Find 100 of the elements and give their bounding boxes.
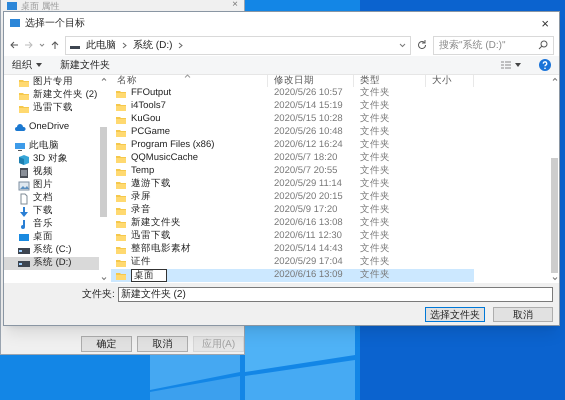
breadcrumb-item[interactable]: 此电脑 [86,38,116,52]
file-row[interactable]: 证件 2020/5/29 17:04 文件夹 [111,256,474,269]
file-name[interactable]: 遨游下载 [131,177,171,192]
date-cell-text: 2020/5/14 15:19 [273,99,344,114]
date-cell-text: 2020/6/12 16:24 [273,138,344,152]
picture-icon [18,180,30,192]
file-name[interactable]: 录屏 [131,190,151,205]
scroll-up-icon[interactable] [552,77,558,81]
file-row[interactable]: 遨游下载 2020/5/29 11:14 文件夹 [111,178,474,191]
file-row[interactable]: FFOutput 2020/5/26 10:57 文件夹 [111,87,474,100]
file-name[interactable]: i4Tools7 [131,99,166,114]
breadcrumb-item[interactable]: 系统 (D:) [133,38,172,52]
file-row[interactable]: QQMusicCache 2020/5/7 18:20 文件夹 [111,152,474,165]
column-header[interactable]: 名称 [111,75,268,87]
scroll-up-icon[interactable] [100,77,106,81]
dropdown-chevron-icon[interactable] [399,42,406,48]
nav-item[interactable]: 音乐 [4,218,99,231]
file-row[interactable]: Program Files (x86) 2020/6/12 16:24 文件夹 [111,139,474,152]
rename-field[interactable]: 桌面 [131,269,167,282]
file-row[interactable]: 桌面 2020/6/16 13:09 文件夹 [111,269,474,282]
nav-item[interactable]: 下载 [4,205,99,218]
file-name[interactable]: Program Files (x86) [131,138,214,153]
nav-item[interactable]: 3D 对象 [4,153,99,166]
type-cell-text: 文件夹 [359,112,391,126]
date-cell-text: 2020/5/20 20:15 [273,190,344,204]
type-cell-text: 文件夹 [359,138,391,152]
file-name[interactable]: Temp [131,164,154,179]
column-header[interactable]: 修改日期 [268,75,354,87]
nav-item[interactable]: 图片专用 [4,76,99,89]
dialog-button[interactable]: 取消 [137,336,188,352]
file-name[interactable]: 迅雷下载 [131,229,171,244]
nav-item[interactable]: 文档 [4,192,99,205]
date-cell-text: 2020/6/11 12:30 [273,229,343,244]
nav-item[interactable]: 迅雷下载 [4,102,99,115]
scrollbar-thumb[interactable] [551,158,558,273]
file-name[interactable]: PCGame [131,125,170,140]
date-cell-text: 2020/5/9 17:20 [273,203,338,218]
date-cell-text: 2020/5/29 11:14 [273,177,343,192]
close-button[interactable]: × [232,0,238,10]
file-name[interactable]: 录音 [131,203,151,218]
nav-item[interactable]: 视频 [4,166,99,179]
help-icon[interactable] [539,59,551,71]
dropdown-chevron-icon[interactable] [39,42,45,48]
scroll-down-icon[interactable] [100,277,106,281]
search-input[interactable]: 搜索"系统 (D:)" [439,38,538,52]
file-name[interactable]: KuGou [131,112,161,127]
close-button[interactable]: × [537,16,553,30]
up-arrow-icon[interactable] [50,40,60,50]
date-cell-text: 2020/5/26 10:57 [273,86,344,100]
nav-item[interactable]: 图片 [4,179,99,192]
file-row[interactable]: 新建文件夹 2020/6/16 13:08 文件夹 [111,217,474,230]
type-cell-text: 文件夹 [359,203,391,217]
refresh-icon[interactable] [416,39,428,51]
dialog-button[interactable]: 确定 [81,336,132,352]
nav-item[interactable]: 系统 (D:) [4,257,99,270]
file-row[interactable]: KuGou 2020/5/15 10:28 文件夹 [111,113,474,126]
file-name[interactable]: 证件 [131,255,151,270]
nav-item[interactable]: 新建文件夹 (2) [4,89,99,102]
type-cell-text: 文件夹 [359,99,391,113]
new-folder-button[interactable]: 新建文件夹 [60,58,110,72]
column-header[interactable]: 大小 [426,75,474,87]
date-cell-text: 2020/5/7 18:20 [273,151,338,166]
file-name[interactable]: 整部电影素材 [131,242,191,257]
search-icon [538,40,548,50]
file-name[interactable]: 新建文件夹 [131,216,181,231]
file-row[interactable]: 整部电影素材 2020/5/14 14:43 文件夹 [111,243,474,256]
file-row[interactable]: i4Tools7 2020/5/14 15:19 文件夹 [111,100,474,113]
folder-name-field[interactable]: 新建文件夹 (2) [118,287,553,302]
file-name[interactable]: QQMusicCache [131,151,198,166]
view-options-button[interactable] [501,61,521,69]
window-title: 选择一个目标 [25,16,86,30]
file-row[interactable]: Temp 2020/5/7 20:55 文件夹 [111,165,474,178]
scrollbar[interactable] [550,75,559,283]
scrollbar[interactable] [99,75,108,283]
monitor-icon [18,232,30,244]
nav-item[interactable]: 系统 (C:) [4,244,99,257]
type-cell-text: 文件夹 [359,125,391,139]
scroll-down-icon[interactable] [552,277,558,281]
back-arrow-icon[interactable] [9,40,19,50]
type-cell-text: 文件夹 [359,177,391,191]
organize-menu-button[interactable]: 组织 [12,58,42,72]
nav-item[interactable]: 此电脑 [4,140,99,153]
nav-item[interactable]: OneDrive [4,121,99,134]
file-row[interactable]: 迅雷下载 2020/6/11 12:30 文件夹 [111,230,474,243]
file-name[interactable]: FFOutput [131,86,172,101]
dialog-button[interactable]: 选择文件夹 [425,307,485,322]
date-cell-text: 2020/6/16 13:09 [273,268,344,282]
scrollbar-thumb[interactable] [100,127,107,217]
search-box[interactable]: 搜索"系统 (D:)" [433,36,554,54]
file-row[interactable]: 录屏 2020/5/20 20:15 文件夹 [111,191,474,204]
type-cell-text: 文件夹 [359,86,391,100]
file-row[interactable]: 录音 2020/5/9 17:20 文件夹 [111,204,474,217]
dialog-button[interactable]: 取消 [493,307,553,322]
type-cell-text: 文件夹 [359,229,391,243]
address-bar[interactable]: 此电脑 系统 (D:) [65,36,411,54]
date-cell-text: 2020/6/16 13:08 [273,216,344,230]
type-cell-text: 文件夹 [359,242,391,256]
column-header[interactable]: 类型 [354,75,426,87]
file-row[interactable]: PCGame 2020/5/26 10:48 文件夹 [111,126,474,139]
nav-item[interactable]: 桌面 [4,231,99,244]
